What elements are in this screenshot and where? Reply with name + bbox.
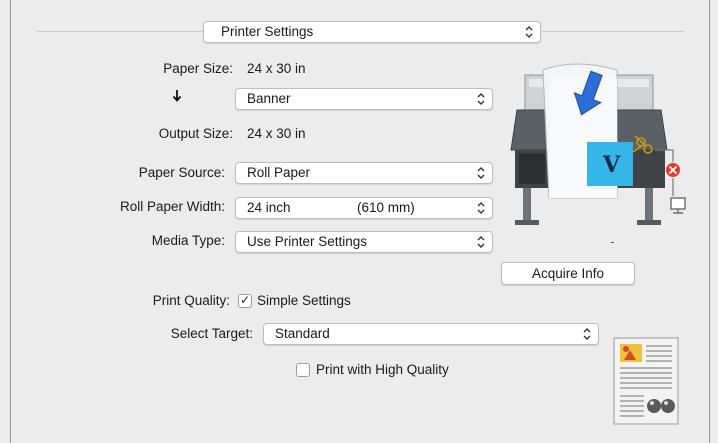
media-letter: V <box>602 152 621 178</box>
paper-size-label: Paper Size: <box>163 61 233 76</box>
updown-chevron-icon <box>477 236 485 248</box>
arrow-down-icon <box>172 90 182 102</box>
acquire-info-label: Acquire Info <box>531 266 605 281</box>
high-quality-checkbox[interactable] <box>296 363 310 377</box>
high-quality-label[interactable]: Print with High Quality <box>316 360 449 380</box>
updown-chevron-icon <box>477 202 485 214</box>
media-type-label: Media Type: <box>151 233 225 248</box>
acquire-info-button[interactable]: Acquire Info <box>501 262 635 285</box>
simple-settings-checkbox[interactable]: ✓ <box>238 293 252 308</box>
separator-right <box>542 31 684 32</box>
paper-layout-popup[interactable]: Banner <box>235 88 493 110</box>
roll-paper-width-popup[interactable]: 24 inch (610 mm) <box>235 197 493 219</box>
paper-source-label: Paper Source: <box>138 165 225 180</box>
media-type-popup[interactable]: Use Printer Settings <box>235 231 493 253</box>
paper-size-value: 24 x 30 in <box>247 61 306 76</box>
output-size-label: Output Size: <box>158 126 233 141</box>
roll-paper-width-label: Roll Paper Width: <box>119 199 225 214</box>
separator-left <box>37 31 203 32</box>
paper-layout-value: Banner <box>247 91 291 106</box>
output-size-value: 24 x 30 in <box>247 126 306 141</box>
media-type-value: Use Printer Settings <box>247 234 368 249</box>
select-target-label: Select Target: <box>170 326 253 341</box>
updown-chevron-icon <box>477 167 485 179</box>
select-target-value: Standard <box>275 326 330 341</box>
roll-paper-width-value: 24 inch <box>247 200 291 215</box>
paper-source-value: Roll Paper <box>247 165 311 180</box>
updown-chevron-icon <box>583 328 591 340</box>
updown-chevron-icon <box>525 26 533 38</box>
window-right-border <box>709 0 710 443</box>
document-preview-icon <box>613 337 679 425</box>
panel-select-value: Printer Settings <box>221 24 314 39</box>
panel-select-popup[interactable]: Printer Settings <box>203 21 541 43</box>
updown-chevron-icon <box>477 93 485 105</box>
printer-preview-image: V <box>510 63 686 225</box>
status-dash <box>611 242 614 243</box>
checkmark-icon: ✓ <box>240 293 251 307</box>
paper-source-popup[interactable]: Roll Paper <box>235 162 493 184</box>
window-left-border <box>10 0 11 443</box>
select-target-popup[interactable]: Standard <box>263 323 599 345</box>
simple-settings-label[interactable]: Simple Settings <box>257 291 351 311</box>
print-quality-label: Print Quality: <box>152 293 230 308</box>
roll-paper-width-mm: (610 mm) <box>357 200 415 215</box>
